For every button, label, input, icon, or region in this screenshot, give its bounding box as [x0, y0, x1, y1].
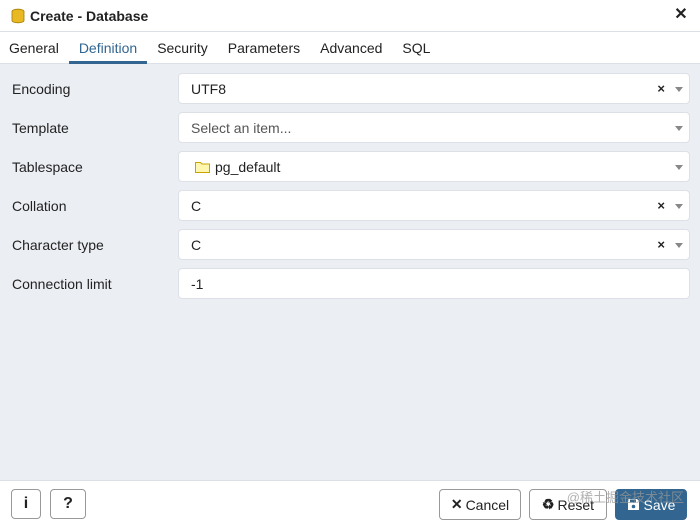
encoding-label: Encoding — [12, 80, 71, 97]
collation-value: C — [191, 197, 202, 214]
character-type-value: C — [191, 236, 202, 253]
reset-button[interactable]: ♻ Reset — [529, 489, 607, 520]
collation-select[interactable]: C × — [178, 190, 690, 221]
tablespace-row: Tablespace pg_default — [0, 151, 700, 182]
chevron-down-icon[interactable] — [675, 126, 683, 131]
recycle-icon: ♻ — [541, 496, 555, 512]
template-row: Template Select an item... — [0, 112, 700, 143]
connection-limit-row: Connection limit — [0, 268, 700, 299]
chevron-down-icon[interactable] — [675, 204, 683, 209]
save-button[interactable]: Save — [615, 489, 687, 520]
tab-general[interactable]: General — [0, 32, 69, 63]
clear-icon[interactable]: × — [657, 81, 665, 96]
chevron-down-icon[interactable] — [675, 243, 683, 248]
tab-parameters[interactable]: Parameters — [218, 32, 310, 63]
collation-label: Collation — [12, 197, 67, 214]
tablespace-select[interactable]: pg_default — [178, 151, 690, 182]
clear-icon[interactable]: × — [657, 237, 665, 252]
help-button[interactable]: ? — [50, 489, 86, 519]
chevron-down-icon[interactable] — [675, 87, 683, 92]
folder-icon — [195, 161, 210, 173]
template-select[interactable]: Select an item... — [178, 112, 690, 143]
tab-bar: General Definition Security Parameters A… — [0, 32, 700, 64]
database-icon — [11, 8, 25, 23]
cancel-button[interactable]: ✕ Cancel — [439, 489, 521, 520]
tab-definition[interactable]: Definition — [68, 32, 148, 64]
help-icon: ? — [63, 495, 73, 512]
encoding-select[interactable]: UTF8 × — [178, 73, 690, 104]
collation-row: Collation C × — [0, 190, 700, 221]
character-type-label: Character type — [12, 236, 104, 253]
reset-label: Reset — [557, 496, 595, 513]
encoding-value: UTF8 — [191, 80, 226, 97]
character-type-row: Character type C × — [0, 229, 700, 260]
tablespace-label: Tablespace — [12, 158, 83, 175]
info-button[interactable]: i — [11, 489, 41, 519]
tablespace-value: pg_default — [215, 158, 281, 175]
dialog-title: Create - Database — [30, 7, 149, 24]
dialog-titlebar: Create - Database ✕ — [0, 0, 700, 32]
tab-security[interactable]: Security — [147, 32, 218, 63]
close-icon: ✕ — [450, 496, 463, 512]
info-icon: i — [23, 495, 29, 512]
encoding-row: Encoding UTF8 × — [0, 73, 700, 104]
save-icon — [627, 499, 639, 510]
clear-icon[interactable]: × — [657, 198, 665, 213]
connection-limit-label: Connection limit — [12, 275, 112, 292]
cancel-label: Cancel — [465, 496, 510, 513]
character-type-select[interactable]: C × — [178, 229, 690, 260]
definition-panel: Encoding UTF8 × Template Select an item.… — [0, 64, 700, 480]
close-icon[interactable]: ✕ — [672, 6, 690, 24]
template-placeholder: Select an item... — [191, 119, 292, 136]
template-label: Template — [12, 119, 69, 136]
tab-sql[interactable]: SQL — [392, 32, 440, 63]
save-label: Save — [643, 496, 676, 513]
dialog-footer: i ? ✕ Cancel ♻ Reset Save @稀土掘金技术社区 — [0, 480, 700, 520]
connection-limit-input[interactable] — [178, 268, 690, 299]
chevron-down-icon[interactable] — [675, 165, 683, 170]
tab-advanced[interactable]: Advanced — [310, 32, 392, 63]
